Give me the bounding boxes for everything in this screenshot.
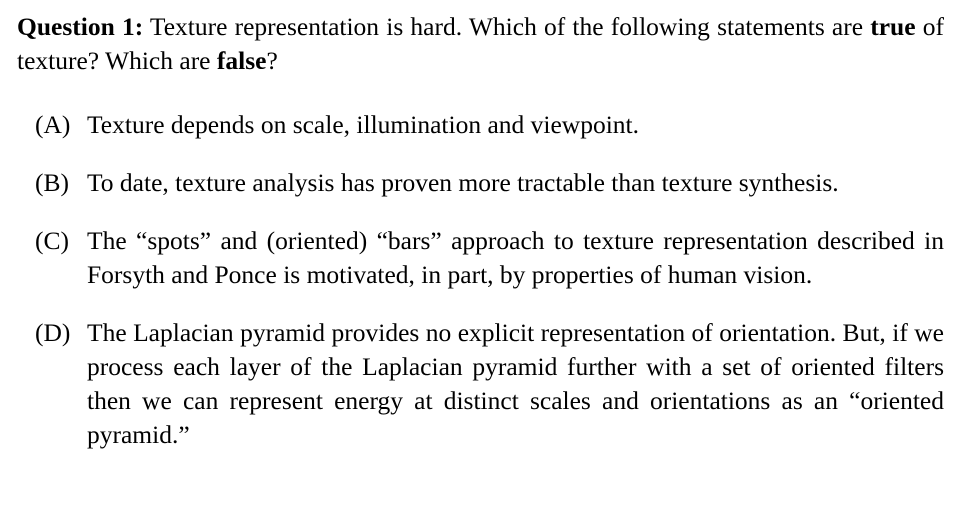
option-d: (D) The Laplacian pyramid provides no ex… <box>17 316 944 452</box>
question-text-before: Texture representation is hard. Which of… <box>143 12 871 41</box>
option-b: (B) To date, texture analysis has proven… <box>17 166 944 200</box>
option-text: To date, texture analysis has proven mor… <box>87 168 839 197</box>
option-a: (A) Texture depends on scale, illuminati… <box>17 108 944 142</box>
option-text: Texture depends on scale, illumination a… <box>87 110 639 139</box>
option-label: (C) <box>35 226 69 255</box>
option-label: (D) <box>35 318 71 347</box>
option-label: (B) <box>35 168 69 197</box>
option-label: (A) <box>35 110 71 139</box>
false-word: false <box>216 46 267 75</box>
true-word: true <box>870 12 916 41</box>
document-page: Question 1: Texture representation is ha… <box>0 0 961 516</box>
option-c: (C) The “spots” and (oriented) “bars” ap… <box>17 224 944 292</box>
question-label: Question 1: <box>17 12 144 41</box>
options-list: (A) Texture depends on scale, illuminati… <box>17 108 944 452</box>
question-text-after: ? <box>266 46 278 75</box>
question-prompt: Question 1: Texture representation is ha… <box>17 10 944 78</box>
option-text: The Laplacian pyramid provides no explic… <box>87 318 944 449</box>
option-text: The “spots” and (oriented) “bars” approa… <box>87 226 944 289</box>
